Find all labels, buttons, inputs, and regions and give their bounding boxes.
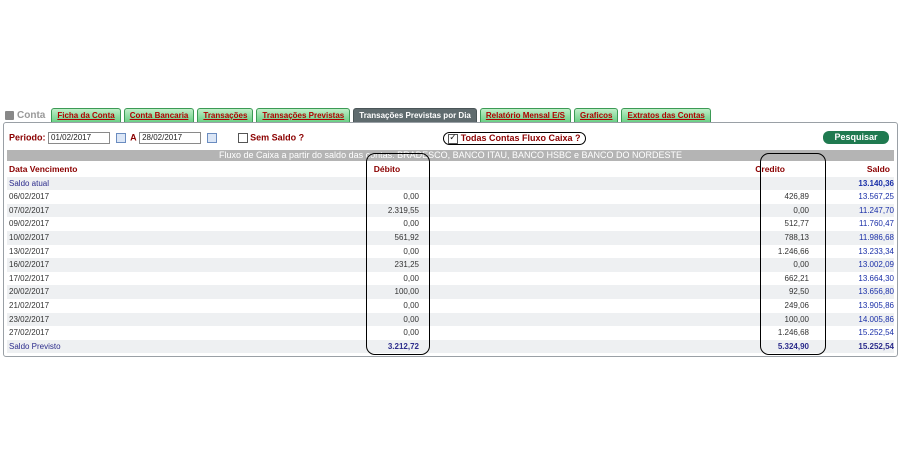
cell-data: 07/02/2017	[9, 205, 50, 215]
header-credito: Credito	[755, 164, 785, 174]
cell-credito: 1.246,68	[777, 328, 809, 338]
header-data-vencimento: Data Vencimento	[9, 164, 78, 174]
debito-highlight-oval	[366, 153, 430, 355]
cell-credito: 249,06	[784, 300, 809, 310]
cell-credito: 1.246,66	[777, 246, 809, 256]
cell-credito: 0,00	[793, 260, 809, 270]
cell-data: 13/02/2017	[9, 246, 50, 256]
cell-data: 23/02/2017	[9, 314, 50, 324]
sem-saldo-label: Sem Saldo ?	[250, 132, 305, 143]
tab-graficos[interactable]: Graficos	[574, 108, 619, 122]
cell-credito: 0,00	[793, 205, 809, 215]
tab-transacoes-previstas-por-dia[interactable]: Transações Previstas por Dia	[353, 108, 477, 122]
a-label: A	[130, 132, 137, 143]
todas-contas-label: Todas Contas Fluxo Caixa ?	[460, 133, 581, 143]
tab-relatorio-mensal[interactable]: Relatório Mensal E/S	[479, 108, 572, 122]
pesquisar-button[interactable]: Pesquisar	[823, 131, 889, 144]
cell-data: 10/02/2017	[9, 232, 50, 242]
tab-transacoes[interactable]: Transações	[197, 108, 254, 122]
saldo-atual-label: Saldo atual	[9, 178, 50, 188]
saldo-previsto-label: Saldo Previsto	[9, 341, 61, 351]
tab-bar: Conta Ficha da Conta Conta Bancaria Tran…	[5, 108, 714, 122]
credito-highlight-oval	[760, 153, 826, 355]
cell-data: 27/02/2017	[9, 328, 50, 338]
tab-extratos-das-contas[interactable]: Extratos das Contas	[621, 108, 711, 122]
cell-credito: 92,50	[788, 287, 809, 297]
tab-ficha-da-conta[interactable]: Ficha da Conta	[51, 108, 121, 122]
cell-credito: 662,21	[784, 273, 809, 283]
cell-credito: 100,00	[784, 314, 809, 324]
home-icon	[5, 110, 14, 120]
cell-data: 20/02/2017	[9, 287, 50, 297]
tab-conta-bancaria[interactable]: Conta Bancaria	[123, 108, 195, 122]
sem-saldo-checkbox[interactable]	[237, 133, 248, 144]
cell-credito: 788,13	[784, 232, 809, 242]
filter-bar: Periodo: 01/02/2017 A 28/02/2017 Sem Sal…	[9, 131, 889, 146]
date-start-input[interactable]: 01/02/2017	[48, 132, 111, 145]
total-credito: 5.324,90	[777, 341, 809, 351]
todas-contas-checkbox[interactable]	[448, 132, 459, 144]
periodo-label: Periodo:	[9, 132, 46, 143]
date-end-input[interactable]: 28/02/2017	[139, 132, 202, 145]
cell-credito: 426,89	[784, 192, 809, 202]
tab-conta-label: Conta	[17, 109, 46, 121]
cell-data: 21/02/2017	[9, 300, 50, 310]
calendar-icon[interactable]	[115, 133, 126, 144]
calendar-icon[interactable]	[206, 133, 217, 144]
tab-conta[interactable]: Conta	[5, 108, 45, 122]
tab-transacoes-previstas[interactable]: Transações Previstas	[256, 108, 351, 122]
cell-data: 06/02/2017	[9, 192, 50, 202]
cell-data: 09/02/2017	[9, 219, 50, 229]
cell-data: 17/02/2017	[9, 273, 50, 283]
cell-credito: 512,77	[784, 219, 809, 229]
cell-data: 16/02/2017	[9, 260, 50, 270]
